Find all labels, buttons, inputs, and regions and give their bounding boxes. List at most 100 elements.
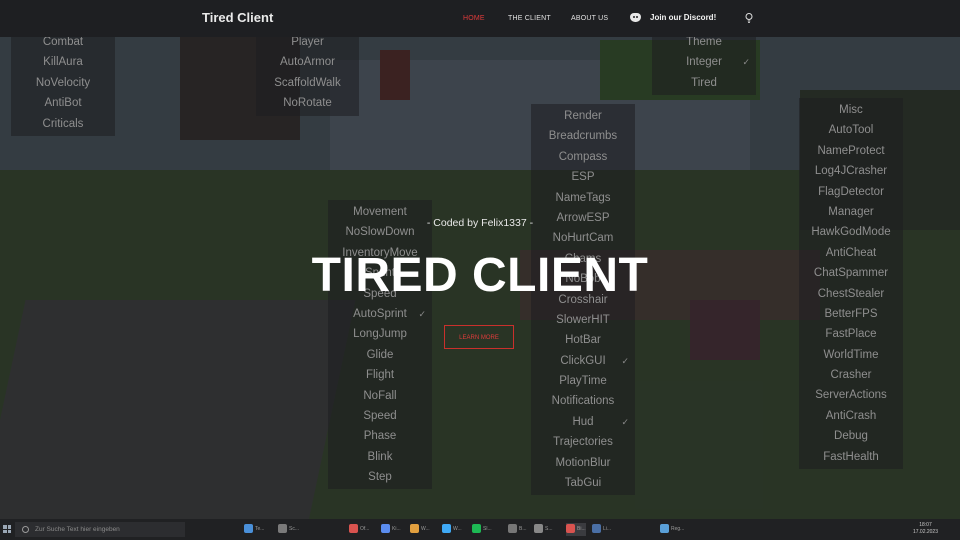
module-label: Hud bbox=[572, 415, 594, 428]
module-item[interactable]: TabGui bbox=[531, 473, 635, 493]
module-item[interactable]: PlayTime bbox=[531, 371, 635, 391]
module-item[interactable]: Blink bbox=[328, 447, 432, 467]
module-item[interactable]: WorldTime bbox=[799, 345, 903, 365]
module-item[interactable]: AntiCrash bbox=[799, 406, 903, 426]
module-item[interactable]: AutoArmor bbox=[256, 52, 359, 72]
taskbar-app[interactable]: B... bbox=[508, 523, 527, 536]
clock-time: 18:07 bbox=[919, 522, 932, 528]
module-item[interactable]: ClickGUI ✓ bbox=[531, 351, 635, 371]
app-icon bbox=[566, 524, 575, 534]
module-item[interactable]: Debug bbox=[799, 426, 903, 446]
taskbar-app[interactable]: Sc... bbox=[278, 523, 299, 536]
taskbar-clock[interactable]: 18:07 17.02.2023 bbox=[913, 522, 938, 536]
module-label: NameProtect bbox=[817, 144, 885, 157]
module-item[interactable]: Log4JCrasher bbox=[799, 161, 903, 181]
module-label: FlagDetector bbox=[818, 185, 884, 198]
taskbar-app[interactable]: Reg... bbox=[660, 523, 684, 536]
module-item[interactable]: NoHurtCam bbox=[531, 228, 635, 248]
module-item[interactable]: AutoSprint ✓ bbox=[328, 304, 432, 324]
module-item[interactable]: SlowerHIT bbox=[531, 310, 635, 330]
taskbar-app-label: Of... bbox=[360, 526, 370, 532]
module-label: AutoTool bbox=[828, 124, 874, 137]
module-item[interactable]: Speed bbox=[328, 406, 432, 426]
top-navbar: Tired Client HOME THE CLIENT ABOUT US Jo… bbox=[0, 0, 960, 37]
module-label: Flight bbox=[365, 369, 395, 382]
module-item[interactable]: Crasher bbox=[799, 365, 903, 385]
app-icon bbox=[349, 524, 358, 534]
taskbar-app[interactable]: Sl... bbox=[472, 523, 492, 536]
app-icon bbox=[592, 524, 601, 534]
module-item[interactable]: ScaffoldWalk bbox=[256, 73, 359, 93]
lightbulb-icon[interactable] bbox=[745, 13, 753, 23]
taskbar-app[interactable]: Of... bbox=[349, 523, 369, 536]
module-item[interactable]: Phase bbox=[328, 426, 432, 446]
nav-home-link[interactable]: HOME bbox=[463, 15, 485, 22]
discord-link[interactable]: Join our Discord! bbox=[630, 13, 716, 22]
module-panel-movement: Movement NoSlowDown InventoryMove Sprint Spe… bbox=[328, 200, 432, 490]
module-item[interactable]: MotionBlur bbox=[531, 453, 635, 473]
module-item[interactable]: Integer ✓ bbox=[652, 52, 756, 72]
module-item[interactable]: KillAura bbox=[11, 52, 115, 72]
module-item[interactable]: NameProtect bbox=[799, 141, 903, 161]
module-item[interactable]: Hud ✓ bbox=[531, 412, 635, 432]
module-label: Trajectories bbox=[553, 436, 613, 449]
module-item[interactable]: ESP bbox=[531, 167, 635, 187]
module-label: LongJump bbox=[353, 328, 407, 341]
module-item[interactable]: NoRotate bbox=[256, 93, 359, 113]
taskbar-search-placeholder: Zur Suche Text hier eingeben bbox=[35, 526, 120, 533]
module-item[interactable]: FastHealth bbox=[799, 447, 903, 467]
module-label: TabGui bbox=[564, 477, 602, 490]
hero-subtitle: - Coded by Felix1337 - bbox=[426, 217, 534, 229]
taskbar-app[interactable]: W... bbox=[410, 523, 430, 536]
module-item[interactable]: Criticals bbox=[11, 114, 115, 134]
hero-title: TIRED CLIENT bbox=[311, 249, 649, 302]
module-label: Tired bbox=[691, 76, 717, 89]
taskbar-app[interactable]: Te... bbox=[244, 523, 264, 536]
module-item[interactable]: FastPlace bbox=[799, 324, 903, 344]
taskbar-search-input[interactable]: Zur Suche Text hier eingeben bbox=[15, 522, 185, 537]
panel-header-misc[interactable]: Misc bbox=[799, 100, 903, 120]
module-item[interactable]: AutoTool bbox=[799, 120, 903, 140]
module-item[interactable]: Compass bbox=[531, 147, 635, 167]
module-item[interactable]: NameTags bbox=[531, 188, 635, 208]
module-item[interactable]: Flight bbox=[328, 365, 432, 385]
panel-header-render[interactable]: Render bbox=[531, 106, 635, 126]
module-label: PlayTime bbox=[559, 375, 607, 388]
checkmark-icon: ✓ bbox=[621, 355, 629, 366]
module-item[interactable]: ServerActions bbox=[799, 385, 903, 405]
module-item[interactable]: Trajectories bbox=[531, 432, 635, 452]
brand-logo[interactable]: Tired Client bbox=[202, 10, 273, 25]
checkmark-icon: ✓ bbox=[621, 416, 629, 427]
module-item[interactable]: Step bbox=[328, 467, 432, 487]
module-item[interactable]: FlagDetector bbox=[799, 182, 903, 202]
module-label: Theme bbox=[686, 36, 722, 48]
module-label: Crasher bbox=[830, 369, 872, 382]
learn-more-button[interactable]: LEARN MORE bbox=[444, 325, 514, 349]
module-item[interactable]: LongJump bbox=[328, 324, 432, 344]
module-label: Misc bbox=[839, 104, 863, 116]
taskbar-app[interactable]: Li... bbox=[592, 523, 611, 536]
module-item[interactable]: NoVelocity bbox=[11, 73, 115, 93]
module-item[interactable]: BetterFPS bbox=[799, 304, 903, 324]
nav-the-client-link[interactable]: THE CLIENT bbox=[508, 15, 551, 22]
module-item[interactable]: Glide bbox=[328, 345, 432, 365]
module-item[interactable]: Tired bbox=[652, 73, 756, 93]
module-item[interactable]: Notifications bbox=[531, 391, 635, 411]
module-label: FastHealth bbox=[823, 450, 879, 463]
module-item[interactable]: HotBar bbox=[531, 330, 635, 350]
module-item[interactable]: Breadcrumbs bbox=[531, 126, 635, 146]
module-label: KillAura bbox=[43, 56, 83, 69]
module-panel-combat: Combat KillAura NoVelocity AntiBot Criticals bbox=[11, 30, 115, 136]
taskbar-app[interactable]: Ki... bbox=[381, 523, 401, 536]
taskbar-app-label: B... bbox=[519, 526, 527, 532]
module-item[interactable]: AntiBot bbox=[11, 93, 115, 113]
windows-start-icon[interactable] bbox=[3, 525, 11, 533]
nav-about-us-link[interactable]: ABOUT US bbox=[571, 15, 608, 22]
app-icon bbox=[410, 524, 419, 534]
module-label: AutoSprint bbox=[353, 307, 407, 320]
taskbar-app[interactable]: S... bbox=[534, 523, 553, 536]
module-label: MotionBlur bbox=[555, 456, 611, 469]
module-item[interactable]: NoFall bbox=[328, 386, 432, 406]
taskbar-app[interactable]: W... bbox=[442, 523, 462, 536]
taskbar-app[interactable]: Bi... bbox=[566, 523, 586, 536]
